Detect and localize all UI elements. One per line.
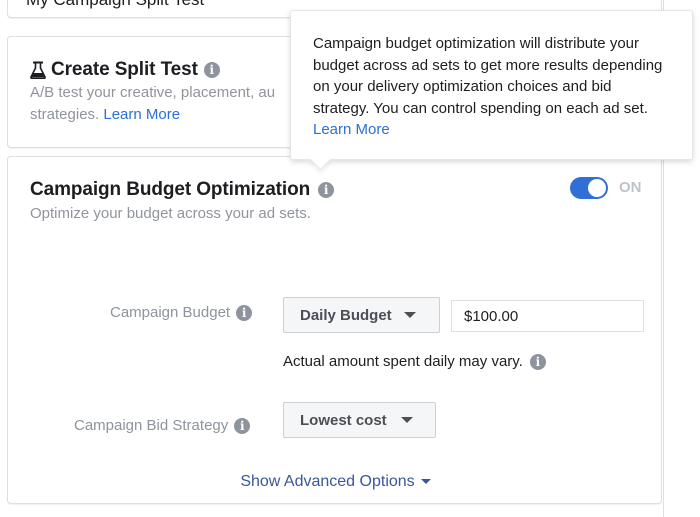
split-test-description: A/B test your creative, placement, au st…	[30, 82, 300, 126]
budget-amount-input[interactable]: $100.00	[451, 300, 644, 332]
cbo-toggle[interactable]	[570, 177, 608, 199]
cbo-title: Campaign Budget Optimization	[30, 179, 311, 200]
budget-note: Actual amount spent daily may vary. i	[283, 353, 546, 370]
campaign-budget-label-text: Campaign Budget	[110, 304, 231, 321]
budget-note-text: Actual amount spent daily may vary.	[283, 353, 523, 370]
bid-strategy-label: Campaign Bid Strategy i	[74, 417, 251, 434]
split-test-description-line1: A/B test your creative, placement, au	[30, 84, 276, 101]
campaign-name-input[interactable]: My Campaign Split Test	[26, 0, 204, 10]
split-test-header: Create Split Test i	[30, 59, 220, 81]
chevron-down-icon	[403, 312, 416, 318]
toggle-state-label: ON	[619, 179, 642, 196]
info-icon[interactable]: i	[203, 62, 220, 78]
budget-type-dropdown[interactable]: Daily Budget	[283, 297, 440, 333]
cbo-description: Optimize your budget across your ad sets…	[30, 205, 311, 222]
caret-down-icon	[420, 479, 431, 485]
show-advanced-options-link[interactable]: Show Advanced Options	[8, 473, 663, 491]
show-advanced-options-text: Show Advanced Options	[240, 473, 415, 490]
info-icon[interactable]: i	[234, 417, 251, 434]
split-test-title: Create Split Test	[51, 59, 198, 80]
budget-amount-value: $100.00	[464, 307, 519, 325]
bid-strategy-dropdown[interactable]: Lowest cost	[283, 402, 436, 438]
tooltip-text: Campaign budget optimization will distri…	[313, 35, 663, 117]
split-test-description-line2: strategies.	[30, 106, 100, 123]
info-icon[interactable]: i	[529, 353, 546, 370]
flask-icon	[30, 61, 46, 79]
toggle-knob	[588, 179, 606, 197]
bid-strategy-selected: Lowest cost	[300, 411, 387, 429]
cbo-card: Campaign Budget Optimization i Optimize …	[7, 156, 662, 504]
cbo-header: Campaign Budget Optimization i	[30, 179, 335, 201]
cbo-info-tooltip: Campaign budget optimization will distri…	[290, 10, 693, 171]
split-test-learn-more-link[interactable]: Learn More	[103, 106, 180, 123]
info-icon[interactable]: i	[318, 182, 335, 198]
chevron-down-icon	[400, 417, 413, 423]
bid-strategy-label-text: Campaign Bid Strategy	[74, 417, 229, 434]
campaign-budget-label: Campaign Budget i	[110, 304, 253, 321]
budget-type-selected: Daily Budget	[300, 306, 392, 324]
tooltip-learn-more-link[interactable]: Learn More	[313, 121, 390, 138]
info-icon[interactable]: i	[236, 304, 253, 321]
